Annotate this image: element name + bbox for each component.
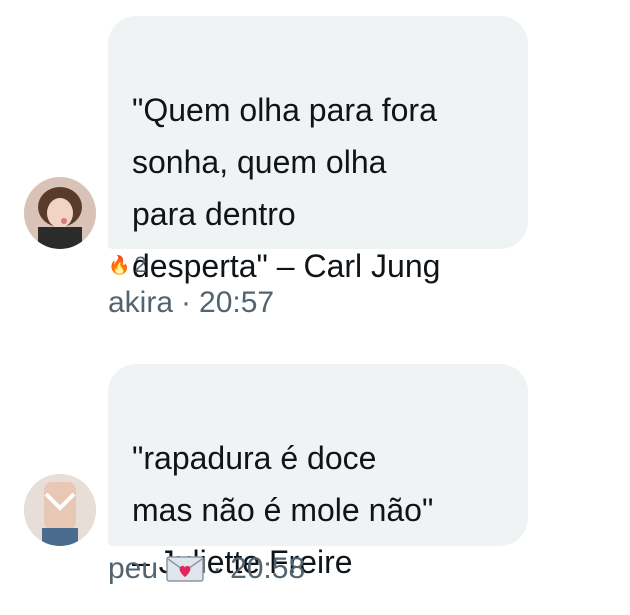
avatar-peu[interactable] [24, 474, 96, 546]
message-text: "Quem olha para fora sonha, quem olha pa… [132, 92, 441, 284]
timestamp: 20:57 [199, 286, 275, 319]
author-name[interactable]: akira [108, 286, 173, 320]
message-meta: peu · 20:58 [108, 552, 305, 586]
fire-icon: 🔥 [108, 255, 131, 275]
separator: · [212, 552, 223, 585]
timestamp: 20:58 [230, 552, 306, 585]
message-bubble[interactable]: "rapadura é doce mas não é mole não" – J… [108, 364, 528, 580]
message-meta: akira · 20:57 [108, 286, 274, 320]
avatar-image [24, 177, 96, 249]
envelope-heart-icon [166, 555, 204, 583]
author-name[interactable]: peu [108, 552, 158, 586]
separator: · [181, 286, 192, 319]
reaction[interactable]: 🔥 2 [108, 252, 147, 278]
avatar-image [24, 474, 96, 546]
reaction-count: 2 [134, 252, 147, 277]
message-bubble[interactable]: "Quem olha para fora sonha, quem olha pa… [108, 16, 528, 284]
avatar-akira[interactable] [24, 177, 96, 249]
